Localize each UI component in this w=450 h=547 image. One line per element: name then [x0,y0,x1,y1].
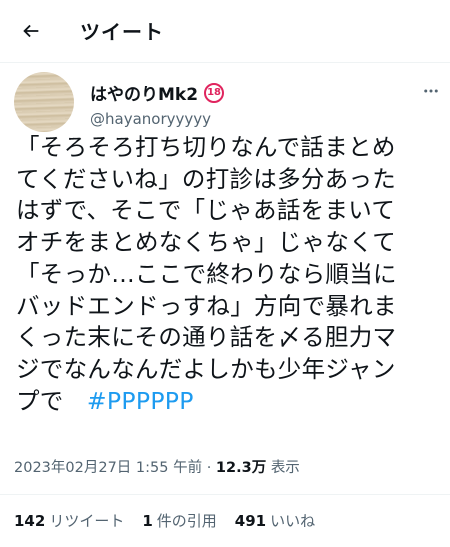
tweet-text-line: バッドエンドっすね」方向で暴れま [16,291,397,320]
tweet-text-line: はずで、そこで「じゃあ話をまいて [16,196,396,225]
top-bar: ツイート [0,0,450,60]
tweet-text-line: プで [16,386,64,415]
more-button[interactable] [420,80,442,102]
tweet-text-line: てくださいね」の打診は多分あった [16,164,397,193]
user-handle[interactable]: @hayanoryyyyy [90,110,211,128]
display-name[interactable]: はやのりMk2 [90,80,198,105]
likes-stat[interactable]: 491 いいね [235,510,315,531]
tweet-text-line: くった末にその通り話を〆る胆力マ [16,323,397,352]
retweets-count: 142 [14,512,46,530]
back-button[interactable] [14,14,48,48]
tweet-meta: 2023年02月27日 1:55 午前 · 12.3万 表示 [14,456,300,477]
retweets-stat[interactable]: 142 リツイート [14,510,124,531]
page-title: ツイート [80,20,164,44]
likes-label: いいね [270,512,316,530]
avatar[interactable] [14,72,74,132]
tweet-text-last-line: プで #PPPPPP [16,386,444,418]
tweet-text-line: 「そろそろ打ち切りなんで話まとめ [16,133,396,161]
likes-count: 491 [234,512,267,530]
tweet-text-line: オチをまとめなくちゃ」じゃなくて [16,228,397,257]
views-label: 表示 [270,460,300,476]
header-divider [0,62,450,63]
quotes-stat[interactable]: 1 件の引用 [142,510,216,531]
dots-icon [424,89,438,93]
quotes-count: 1 [142,512,153,530]
tweet-text-line: ジでなんなんだよしかも少年ジャン [16,354,396,383]
arrow-left-icon [23,24,39,38]
stats-top-divider [0,494,450,495]
hashtag-link[interactable]: #PPPPPP [87,387,194,415]
tweet-text: 「そろそろ打ち切りなんで話まとめ てくださいね」の打診は多分あった はずで、そこ… [16,132,444,417]
meta-separator: · [206,460,212,476]
retweets-label: リツイート [49,512,125,530]
tweet-text-line: 「そっか…ここで終わりなら順当に [16,259,397,288]
author-name-row: はやのりMk2 18 [90,80,225,105]
tweet-stats: 142 リツイート 1 件の引用 491 いいね [14,510,315,531]
timestamp[interactable]: 2023年02月27日 1:55 午前 [14,460,202,476]
quotes-label: 件の引用 [156,512,217,530]
views-count: 12.3万 [215,460,267,476]
age-badge: 18 [204,82,225,103]
